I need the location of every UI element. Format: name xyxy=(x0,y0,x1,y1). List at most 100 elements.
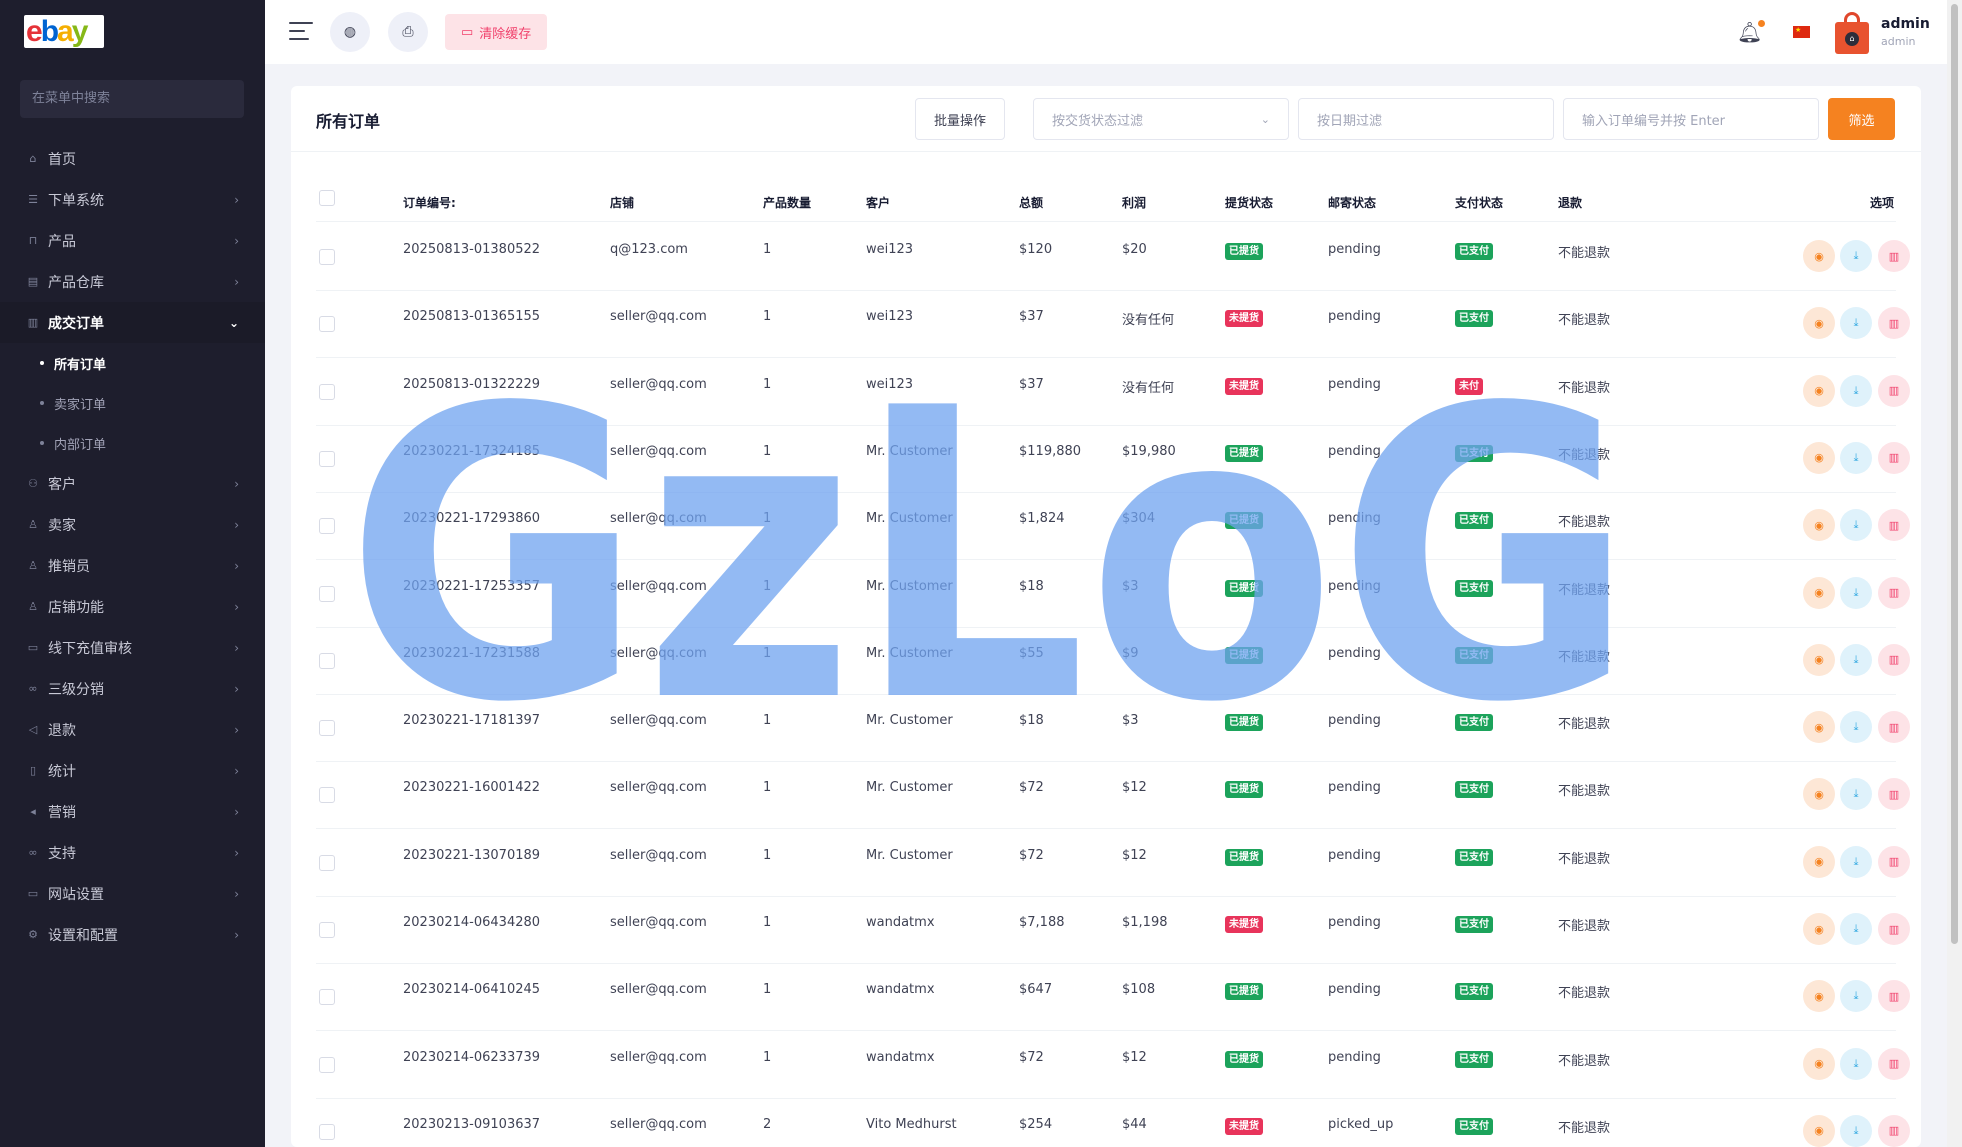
trash-icon[interactable]: ▥ xyxy=(1878,913,1910,945)
download-icon[interactable]: ⤓ xyxy=(1840,643,1872,676)
download-icon[interactable]: ⤓ xyxy=(1840,913,1872,945)
order-number[interactable]: 20250813-01365155 xyxy=(403,309,540,324)
sidebar-item[interactable]: ⚙ 设置和配置 › xyxy=(0,914,265,955)
trash-icon[interactable]: ▥ xyxy=(1878,711,1910,744)
download-icon[interactable]: ⤓ xyxy=(1840,1114,1872,1147)
submenu-item[interactable]: 内部订单 xyxy=(0,423,265,463)
sidebar-item[interactable]: ▭ 线下充值审核 › xyxy=(0,627,265,668)
shop-bag-avatar[interactable]: ⌂ xyxy=(1835,12,1869,54)
eye-icon[interactable]: ◉ xyxy=(1803,913,1835,945)
trash-icon[interactable]: ▥ xyxy=(1878,576,1910,609)
eye-icon[interactable]: ◉ xyxy=(1803,374,1835,407)
order-number[interactable]: 20230221-13070189 xyxy=(403,848,540,863)
download-icon[interactable]: ⤓ xyxy=(1840,441,1872,474)
table-row[interactable]: 20230214-06434280 seller@qq.com 1 wandatmx $… xyxy=(316,897,1910,964)
trash-icon[interactable]: ▥ xyxy=(1878,441,1910,474)
sidebar-item[interactable]: ♙ 店铺功能 › xyxy=(0,586,265,627)
sidebar-item[interactable]: ▤ 产品仓库 › xyxy=(0,261,265,302)
print-icon[interactable]: ⎙ xyxy=(388,12,428,52)
user-name[interactable]: admin xyxy=(1881,16,1930,32)
download-icon[interactable]: ⤓ xyxy=(1840,307,1872,340)
menu-toggle-icon[interactable] xyxy=(289,22,313,42)
eye-icon[interactable]: ◉ xyxy=(1803,643,1835,676)
table-row[interactable]: 20250813-01322229 seller@qq.com 1 wei123 $37… xyxy=(316,359,1910,426)
download-icon[interactable]: ⤓ xyxy=(1840,845,1872,878)
download-icon[interactable]: ⤓ xyxy=(1840,1047,1872,1080)
select-all-checkbox[interactable] xyxy=(319,190,335,206)
table-row[interactable]: 20230213-09103637 seller@qq.com 2 Vito Medh… xyxy=(316,1099,1910,1147)
china-flag-icon[interactable]: ★ xyxy=(1793,26,1810,38)
eye-icon[interactable]: ◉ xyxy=(1803,778,1835,811)
globe-icon[interactable]: ◍ xyxy=(330,12,370,52)
order-number[interactable]: 20230214-06233739 xyxy=(403,1050,540,1065)
row-checkbox[interactable] xyxy=(319,249,335,265)
eye-icon[interactable]: ◉ xyxy=(1803,240,1835,272)
order-number[interactable]: 20230221-17293860 xyxy=(403,511,540,526)
sidebar-item[interactable]: ◁ 退款 › xyxy=(0,709,265,750)
row-checkbox[interactable] xyxy=(319,720,335,737)
sidebar-item[interactable]: ▯ 统计 › xyxy=(0,750,265,791)
trash-icon[interactable]: ▥ xyxy=(1878,509,1910,542)
table-row[interactable]: 20230221-16001422 seller@qq.com 1 Mr. Custo… xyxy=(316,762,1910,830)
trash-icon[interactable]: ▥ xyxy=(1878,1114,1910,1147)
trash-icon[interactable]: ▥ xyxy=(1878,240,1910,272)
table-row[interactable]: 20250813-01365155 seller@qq.com 1 wei123 $37… xyxy=(316,291,1910,359)
trash-icon[interactable]: ▥ xyxy=(1878,845,1910,878)
trash-icon[interactable]: ▥ xyxy=(1878,643,1910,676)
clear-cache-button[interactable]: ▭ 清除缓存 xyxy=(445,14,548,50)
row-checkbox[interactable] xyxy=(319,1056,335,1073)
sidebar-item[interactable]: ◂ 营销 › xyxy=(0,791,265,832)
order-number[interactable]: 20250813-01380522 xyxy=(403,242,540,257)
submenu-item[interactable]: 所有订单 xyxy=(0,343,265,383)
sidebar-item[interactable]: ♙ 卖家 › xyxy=(0,504,265,545)
download-icon[interactable]: ⤓ xyxy=(1840,374,1872,407)
table-row[interactable]: 20230214-06233739 seller@qq.com 1 wandatmx $… xyxy=(316,1032,1910,1099)
row-checkbox[interactable] xyxy=(319,518,335,535)
eye-icon[interactable]: ◉ xyxy=(1803,441,1835,474)
submenu-item[interactable]: 卖家订单 xyxy=(0,383,265,423)
row-checkbox[interactable] xyxy=(319,989,335,1006)
order-search-input[interactable]: 输入订单编号并按 Enter xyxy=(1563,98,1819,140)
download-icon[interactable]: ⤓ xyxy=(1840,576,1872,609)
table-row[interactable]: 20230221-13070189 seller@qq.com 1 Mr. Custo… xyxy=(316,830,1910,897)
trash-icon[interactable]: ▥ xyxy=(1878,980,1910,1013)
order-number[interactable]: 20230221-17231588 xyxy=(403,646,540,661)
date-filter-input[interactable]: 按日期过滤 xyxy=(1298,98,1554,140)
row-checkbox[interactable] xyxy=(319,383,335,400)
order-number[interactable]: 20230221-17324185 xyxy=(403,444,540,459)
sidebar-item[interactable]: ⌂ 首页 xyxy=(0,138,265,179)
order-number[interactable]: 20230221-17181397 xyxy=(403,713,540,728)
trash-icon[interactable]: ▥ xyxy=(1878,307,1910,340)
row-checkbox[interactable] xyxy=(319,1123,335,1140)
eye-icon[interactable]: ◉ xyxy=(1803,711,1835,744)
order-number[interactable]: 20230213-09103637 xyxy=(403,1117,540,1132)
row-checkbox[interactable] xyxy=(319,787,335,804)
sidebar-item[interactable]: ∞ 支持 › xyxy=(0,832,265,873)
download-icon[interactable]: ⤓ xyxy=(1840,240,1872,272)
row-checkbox[interactable] xyxy=(319,854,335,871)
sidebar-item[interactable]: ▭ 网站设置 › xyxy=(0,873,265,914)
download-icon[interactable]: ⤓ xyxy=(1840,778,1872,811)
eye-icon[interactable]: ◉ xyxy=(1803,1047,1835,1080)
ebay-logo[interactable]: ebay xyxy=(24,15,104,48)
eye-icon[interactable]: ◉ xyxy=(1803,509,1835,542)
trash-icon[interactable]: ▥ xyxy=(1878,1047,1910,1080)
trash-icon[interactable]: ▥ xyxy=(1878,778,1910,811)
order-number[interactable]: 20230214-06434280 xyxy=(403,915,540,930)
table-row[interactable]: 20250813-01380522 q@123.com 1 wei123 $120 $20… xyxy=(316,224,1910,291)
bulk-action-dropdown[interactable]: 批量操作 ⌄ xyxy=(915,98,1005,140)
order-number[interactable]: 20230221-17253357 xyxy=(403,579,540,594)
scrollbar-thumb[interactable] xyxy=(1951,4,1958,944)
order-number[interactable]: 20230221-16001422 xyxy=(403,780,540,795)
delivery-status-filter[interactable]: 按交货状态过滤 ⌄ xyxy=(1033,98,1289,140)
trash-icon[interactable]: ▥ xyxy=(1878,374,1910,407)
eye-icon[interactable]: ◉ xyxy=(1803,307,1835,340)
eye-icon[interactable]: ◉ xyxy=(1803,845,1835,878)
order-number[interactable]: 20230214-06410245 xyxy=(403,982,540,997)
sidebar-item[interactable]: ⚇ 客户 › xyxy=(0,463,265,504)
sidebar-item[interactable]: ♙ 推销员 › xyxy=(0,545,265,586)
order-number[interactable]: 20250813-01322229 xyxy=(403,377,540,392)
table-row[interactable]: 20230221-17231588 seller@qq.com 1 Mr. Custo… xyxy=(316,628,1910,695)
table-row[interactable]: 20230221-17293860 seller@qq.com 1 Mr. Custo… xyxy=(316,493,1910,561)
table-row[interactable]: 20230214-06410245 seller@qq.com 1 wandatmx $… xyxy=(316,964,1910,1032)
